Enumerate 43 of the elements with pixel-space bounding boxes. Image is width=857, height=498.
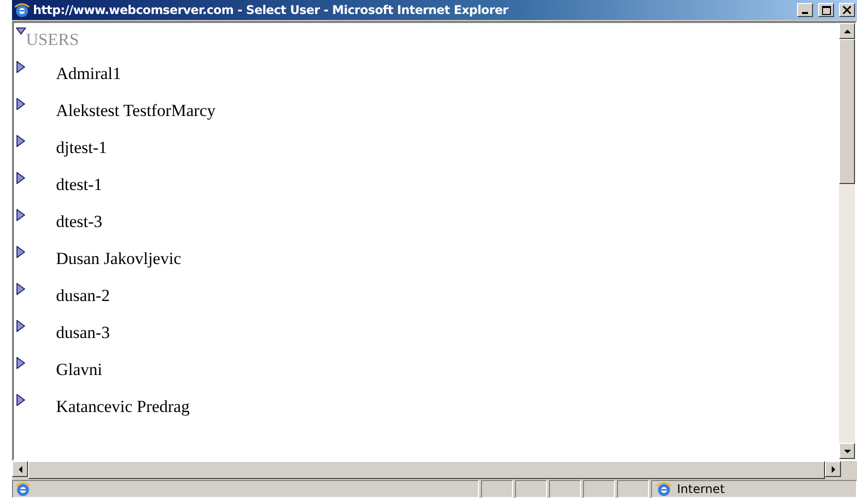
status-pane <box>549 480 581 498</box>
status-pane <box>583 480 615 498</box>
collapsed-triangle-icon[interactable] <box>16 98 26 110</box>
scroll-down-button[interactable] <box>839 443 855 459</box>
user-item[interactable]: Katancevic Predrag <box>56 396 190 416</box>
user-item[interactable]: dtest-3 <box>56 212 102 232</box>
user-item[interactable]: dtest-1 <box>56 174 102 194</box>
collapsed-triangle-icon[interactable] <box>16 61 26 73</box>
user-item[interactable]: dusan-3 <box>56 322 110 342</box>
user-item[interactable]: Dusan Jakovljevic <box>56 248 182 268</box>
left-arrow-icon <box>16 466 24 472</box>
collapsed-triangle-icon[interactable] <box>16 209 26 221</box>
up-arrow-icon <box>844 28 850 34</box>
status-pane <box>481 480 513 498</box>
collapsed-triangle-icon[interactable] <box>16 246 26 258</box>
collapsed-triangle-icon[interactable] <box>16 394 26 406</box>
maximize-icon <box>822 6 830 14</box>
scroll-up-button[interactable] <box>839 23 855 39</box>
zone-label: Internet <box>677 482 725 496</box>
user-item[interactable]: Admiral1 <box>56 64 122 84</box>
user-item[interactable]: Glavni <box>56 360 102 380</box>
user-item[interactable]: djtest-1 <box>56 138 107 158</box>
collapsed-triangle-icon[interactable] <box>16 135 26 147</box>
window-title: http://www.webcomserver.com - Select User - Microsoft Internet Explorer <box>33 3 510 17</box>
collapsed-triangle-icon[interactable] <box>16 283 26 295</box>
scrollbar-thumb[interactable] <box>839 39 855 184</box>
user-item[interactable]: dusan-2 <box>56 286 110 306</box>
maximize-button[interactable] <box>818 3 834 17</box>
user-item[interactable]: Alekstest TestforMarcy <box>56 100 216 120</box>
status-pane <box>617 480 649 498</box>
scroll-right-button[interactable] <box>825 461 841 477</box>
collapsed-triangle-icon[interactable] <box>16 357 26 369</box>
close-button[interactable] <box>839 3 855 17</box>
close-icon <box>843 6 851 14</box>
browser-icon <box>14 2 30 18</box>
status-pane <box>515 480 547 498</box>
right-arrow-icon <box>830 466 836 472</box>
scroll-left-button[interactable] <box>12 461 28 477</box>
collapsed-triangle-icon[interactable] <box>16 172 26 184</box>
minimize-button[interactable] <box>797 3 813 17</box>
collapsed-triangle-icon[interactable] <box>16 320 26 332</box>
horizontal-scrollbar-thumb[interactable] <box>28 461 825 479</box>
down-arrow-icon <box>844 448 850 454</box>
